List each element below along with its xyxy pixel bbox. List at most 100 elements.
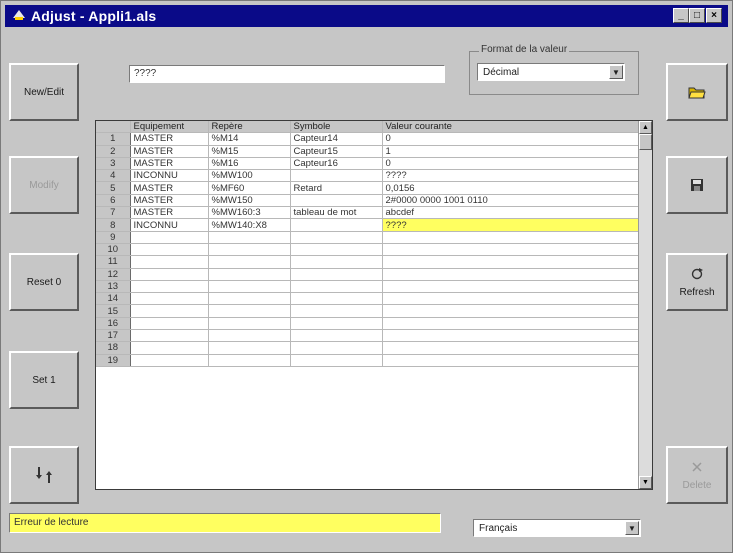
cell-equipement[interactable]: [130, 231, 209, 244]
table-row[interactable]: 16: [96, 317, 641, 331]
column-header-symbole[interactable]: Symbole: [290, 121, 383, 134]
cell-repere[interactable]: [208, 243, 291, 257]
cell-symbole[interactable]: [290, 280, 383, 294]
new-edit-button[interactable]: New/Edit: [9, 63, 79, 121]
cell-valeur[interactable]: [382, 354, 641, 367]
table-row[interactable]: 4 INCONNU %MW100????: [96, 169, 641, 183]
cell-equipement[interactable]: [130, 255, 209, 269]
cell-equipement[interactable]: [130, 329, 209, 343]
cell-repere[interactable]: [208, 292, 291, 306]
variables-grid[interactable]: Equipement Repère Symbole Valeur courant…: [95, 120, 653, 490]
cell-equipement[interactable]: [130, 280, 209, 294]
cell-valeur[interactable]: 0,0156: [382, 181, 641, 195]
cell-symbole[interactable]: [290, 329, 383, 343]
cell-valeur[interactable]: [382, 292, 641, 306]
cell-repere[interactable]: [208, 268, 291, 281]
cell-valeur[interactable]: [382, 243, 641, 257]
cell-valeur[interactable]: [382, 231, 641, 244]
vertical-scrollbar[interactable]: ▲ ▼: [638, 121, 652, 489]
cell-valeur[interactable]: [382, 280, 641, 294]
cell-symbole[interactable]: [290, 354, 383, 367]
table-row[interactable]: 10: [96, 243, 641, 257]
cell-equipement[interactable]: MASTER: [130, 206, 209, 220]
table-row[interactable]: 5 MASTER %MF60 Retard 0,0156: [96, 181, 641, 195]
table-row[interactable]: 15: [96, 304, 641, 318]
cell-repere[interactable]: [208, 231, 291, 244]
table-row[interactable]: 7 MASTER %MW160:3 tableau de mot abcdef: [96, 206, 641, 220]
cell-repere[interactable]: [208, 255, 291, 269]
cell-repere[interactable]: [208, 341, 291, 355]
cell-equipement[interactable]: INCONNU: [130, 169, 209, 183]
cell-repere[interactable]: [208, 329, 291, 343]
cell-symbole[interactable]: [290, 255, 383, 269]
cell-symbole[interactable]: [290, 292, 383, 306]
cell-valeur[interactable]: [382, 304, 641, 318]
cell-repere[interactable]: %MF60: [208, 181, 291, 195]
cell-valeur[interactable]: [382, 268, 641, 281]
minimize-button[interactable]: _: [673, 8, 689, 23]
table-row[interactable]: 8 INCONNU %MW140:X8????: [96, 218, 641, 232]
close-button[interactable]: ×: [706, 8, 722, 23]
cell-symbole[interactable]: Capteur16: [290, 157, 383, 171]
cell-symbole[interactable]: [290, 304, 383, 318]
cell-equipement[interactable]: [130, 304, 209, 318]
cell-valeur[interactable]: ????: [382, 169, 641, 183]
cell-symbole[interactable]: [290, 317, 383, 331]
column-header-repere[interactable]: Repère: [208, 121, 291, 134]
cell-symbole[interactable]: [290, 341, 383, 355]
cell-equipement[interactable]: MASTER: [130, 157, 209, 171]
cell-repere[interactable]: %M14: [208, 132, 291, 146]
cell-repere[interactable]: %MW160:3: [208, 206, 291, 220]
cell-valeur[interactable]: 2#0000 0000 1001 0110: [382, 194, 641, 208]
scroll-up-icon[interactable]: ▲: [639, 121, 652, 134]
cell-repere[interactable]: %MW100: [208, 169, 291, 183]
chevron-down-icon[interactable]: ▼: [625, 521, 639, 535]
cell-repere[interactable]: %M16: [208, 157, 291, 171]
title-bar[interactable]: Adjust - Appli1.als _ □ ×: [5, 5, 728, 27]
cell-valeur[interactable]: 0: [382, 132, 641, 146]
cell-equipement[interactable]: MASTER: [130, 194, 209, 208]
table-row[interactable]: 13: [96, 280, 641, 294]
table-row[interactable]: 11: [96, 255, 641, 269]
table-row[interactable]: 3 MASTER %M16 Capteur16 0: [96, 157, 641, 171]
cell-symbole[interactable]: [290, 218, 383, 232]
cell-symbole[interactable]: Retard: [290, 181, 383, 195]
delete-button[interactable]: Delete: [666, 446, 728, 504]
cell-symbole[interactable]: [290, 243, 383, 257]
table-row[interactable]: 6 MASTER %MW150 2#0000 0000 1001 0110: [96, 194, 641, 208]
cell-valeur[interactable]: abcdef: [382, 206, 641, 220]
cell-valeur[interactable]: 1: [382, 145, 641, 158]
cell-valeur[interactable]: [382, 329, 641, 343]
table-row[interactable]: 17: [96, 329, 641, 343]
cell-symbole[interactable]: Capteur14: [290, 132, 383, 146]
cell-equipement[interactable]: INCONNU: [130, 218, 209, 232]
swap-button[interactable]: [9, 446, 79, 504]
scroll-down-icon[interactable]: ▼: [639, 476, 652, 489]
cell-repere[interactable]: %MW140:X8: [208, 218, 291, 232]
cell-repere[interactable]: %M15: [208, 145, 291, 158]
cell-equipement[interactable]: [130, 292, 209, 306]
cell-valeur[interactable]: [382, 341, 641, 355]
modify-button[interactable]: Modify: [9, 156, 79, 214]
cell-symbole[interactable]: Capteur15: [290, 145, 383, 158]
set-button[interactable]: Set 1: [9, 351, 79, 409]
cell-symbole[interactable]: [290, 231, 383, 244]
cell-equipement[interactable]: MASTER: [130, 132, 209, 146]
column-header-equipement[interactable]: Equipement: [130, 121, 209, 134]
cell-symbole[interactable]: [290, 169, 383, 183]
chevron-down-icon[interactable]: ▼: [609, 65, 623, 79]
value-input[interactable]: ????: [129, 65, 445, 83]
cell-repere[interactable]: [208, 317, 291, 331]
cell-symbole[interactable]: tableau de mot: [290, 206, 383, 220]
cell-equipement[interactable]: [130, 243, 209, 257]
table-row[interactable]: 14: [96, 292, 641, 306]
cell-valeur[interactable]: 0: [382, 157, 641, 171]
cell-valeur[interactable]: [382, 317, 641, 331]
table-row[interactable]: 9: [96, 231, 641, 244]
table-row[interactable]: 1 MASTER %M14 Capteur14 0: [96, 132, 641, 146]
cell-valeur[interactable]: ????: [382, 218, 641, 232]
format-select[interactable]: Décimal ▼: [477, 63, 625, 81]
table-row[interactable]: 19: [96, 354, 641, 367]
cell-equipement[interactable]: [130, 268, 209, 281]
cell-repere[interactable]: [208, 304, 291, 318]
